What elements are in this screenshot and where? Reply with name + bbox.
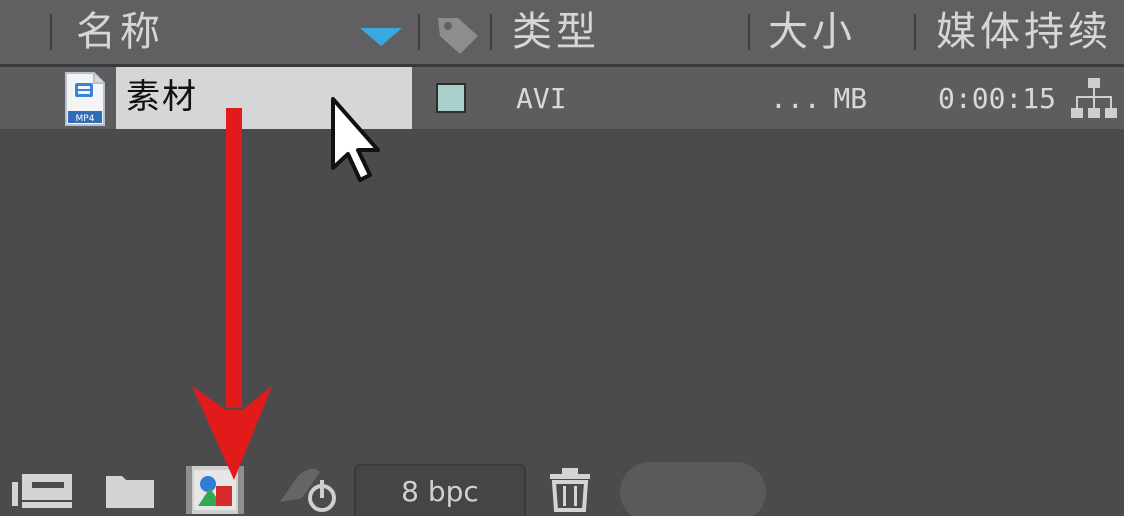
- column-header: 名称 类型 大小 媒体持续: [0, 0, 1124, 67]
- new-composition-icon[interactable]: [184, 464, 246, 516]
- mouse-cursor-icon: [331, 97, 380, 182]
- label-tag-icon[interactable]: [436, 14, 480, 56]
- search-field[interactable]: [620, 462, 766, 516]
- column-separator[interactable]: [490, 14, 492, 50]
- table-row[interactable]: MP4 素材 AVI ... MB 0:00:15: [0, 67, 1124, 129]
- column-separator[interactable]: [914, 14, 916, 50]
- flowchart-icon[interactable]: [276, 466, 342, 514]
- project-panel: 名称 类型 大小 媒体持续 MP4 素材 AVI ... MB 0:00:15 …: [0, 0, 1124, 516]
- row-size: ... MB: [770, 82, 868, 115]
- row-duration-cell: 0:00:15: [936, 67, 1064, 129]
- label-color-swatch[interactable]: [436, 83, 466, 113]
- column-header-name[interactable]: 名称: [76, 6, 164, 58]
- interpret-footage-icon[interactable]: [10, 468, 74, 512]
- mp4-file-icon: MP4: [65, 72, 105, 126]
- column-header-type[interactable]: 类型: [512, 6, 600, 58]
- column-header-size[interactable]: 大小: [768, 6, 856, 58]
- delete-icon[interactable]: [548, 466, 592, 512]
- row-type: AVI: [516, 82, 567, 115]
- row-name[interactable]: 素材: [126, 75, 198, 119]
- column-separator[interactable]: [418, 14, 420, 50]
- sort-descending-icon[interactable]: [360, 28, 402, 46]
- bottom-toolbar: 8 bpc: [0, 458, 1124, 516]
- column-separator[interactable]: [50, 14, 52, 50]
- new-folder-icon[interactable]: [104, 470, 156, 510]
- column-separator[interactable]: [748, 14, 750, 50]
- flowchart-icon[interactable]: [1070, 76, 1118, 122]
- column-header-duration[interactable]: 媒体持续: [936, 6, 1112, 58]
- project-bit-depth-button[interactable]: 8 bpc: [354, 464, 526, 516]
- svg-text:MP4: MP4: [76, 114, 95, 124]
- row-duration: 0:00:15: [938, 82, 1057, 115]
